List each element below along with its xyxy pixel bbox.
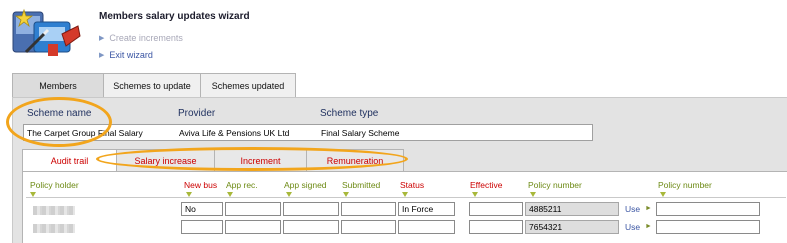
- scheme-name-highlight: [6, 97, 112, 147]
- wizard-title: Members salary updates wizard: [99, 11, 250, 22]
- col-app-rec[interactable]: App rec.: [226, 180, 258, 190]
- submitted-field[interactable]: [341, 220, 396, 234]
- new-bus-field[interactable]: No: [181, 202, 223, 216]
- arrow-right-icon: ▶: [99, 35, 105, 42]
- policy-number-field: 4885211: [525, 202, 619, 216]
- arrow-right-icon: ▶: [99, 52, 105, 59]
- exit-wizard-label: Exit wizard: [109, 50, 153, 60]
- col-submitted[interactable]: Submitted: [342, 180, 380, 190]
- grid-header-divider: [26, 197, 786, 198]
- tab-schemes-updated[interactable]: Schemes updated: [200, 73, 296, 98]
- exit-wizard-link[interactable]: ▶ Exit wizard: [99, 50, 153, 60]
- top-tabs: Members Schemes to update Schemes update…: [12, 73, 296, 98]
- col-new-bus[interactable]: New bus: [184, 180, 217, 190]
- provider-label: Provider: [178, 108, 216, 119]
- policy-number-field: 7654321: [525, 220, 619, 234]
- col-policy-number-2[interactable]: Policy number: [658, 180, 712, 190]
- submitted-field[interactable]: [341, 202, 396, 216]
- app-signed-field[interactable]: [283, 202, 339, 216]
- status-field[interactable]: In Force: [398, 202, 455, 216]
- wizard-logo-icon: [10, 6, 82, 60]
- app-rec-field[interactable]: [225, 220, 281, 234]
- policy-holder-name-redacted: [33, 206, 75, 215]
- col-status[interactable]: Status: [400, 180, 424, 190]
- effective-field[interactable]: [469, 202, 523, 216]
- policy-number-2-field[interactable]: [656, 202, 760, 216]
- app-rec-field[interactable]: [225, 202, 281, 216]
- use-link[interactable]: Use: [625, 222, 640, 232]
- col-effective[interactable]: Effective: [470, 180, 502, 190]
- tabs-highlight: [96, 147, 408, 171]
- policy-number-2-field[interactable]: [656, 220, 760, 234]
- tab-schemes-to-update[interactable]: Schemes to update: [103, 73, 200, 98]
- effective-field[interactable]: [469, 220, 523, 234]
- create-increments-link[interactable]: ▶ Create increments: [99, 33, 183, 43]
- arrow-right-icon: ►: [645, 205, 652, 212]
- scheme-type-label: Scheme type: [320, 108, 379, 119]
- provider-value: Aviva Life & Pensions UK Ltd: [179, 128, 290, 138]
- wizard-header: Members salary updates wizard ▶ Create i…: [0, 0, 787, 66]
- arrow-right-icon: ►: [645, 223, 652, 230]
- tab-members[interactable]: Members: [12, 73, 103, 98]
- col-policy-holder[interactable]: Policy holder: [30, 180, 79, 190]
- scheme-type-value: Final Salary Scheme: [321, 128, 400, 138]
- app-signed-field[interactable]: [283, 220, 339, 234]
- policy-holder-name-redacted: [33, 224, 75, 233]
- use-link[interactable]: Use: [625, 204, 640, 214]
- new-bus-field[interactable]: [181, 220, 223, 234]
- create-increments-label: Create increments: [109, 33, 183, 43]
- col-app-signed[interactable]: App signed: [284, 180, 327, 190]
- col-policy-number[interactable]: Policy number: [528, 180, 582, 190]
- status-field[interactable]: [398, 220, 455, 234]
